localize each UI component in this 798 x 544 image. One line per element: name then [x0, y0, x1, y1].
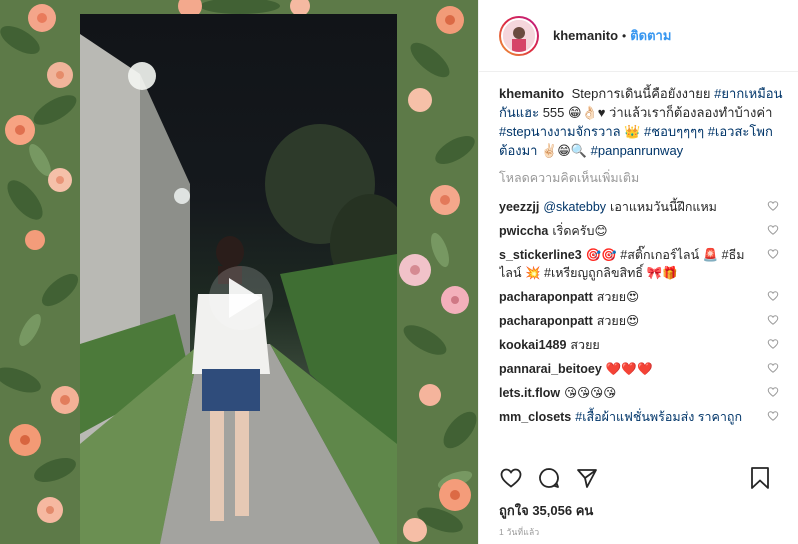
separator-dot: • [622, 28, 627, 43]
comment-text: สวยย [570, 338, 600, 352]
comment-text: เอาแหมวันนี้ฝึกแหม [610, 200, 717, 214]
post-timestamp: 1 วันที่แล้ว [499, 527, 540, 537]
comment-row: s_stickerline3 🎯🎯 #สติ๊กเกอร์ไลน์ 🚨 #ธีมไ… [499, 244, 787, 286]
caption-text: Stepการเดินนี้คือยังงายย [571, 86, 711, 101]
comment-row: pacharaponpatt สวยย😍 [499, 310, 787, 334]
comment-text: เริ่ดครับ😊 [552, 224, 608, 238]
comment-like-heart-icon[interactable] [767, 386, 779, 398]
avatar[interactable] [499, 15, 539, 56]
heart-icon[interactable] [499, 466, 523, 490]
comment-username[interactable]: pannarai_beitoey [499, 362, 602, 376]
comment-like-heart-icon[interactable] [767, 224, 779, 236]
comment-icon[interactable] [537, 466, 561, 490]
action-bar [495, 460, 785, 500]
comment-like-heart-icon[interactable] [767, 410, 779, 422]
caption-text: 👑 [624, 124, 641, 139]
comment-username[interactable]: lets.it.flow [499, 386, 560, 400]
post-side-panel: khemanito • ติดตาม khemanito Stepการเดิน… [478, 0, 798, 544]
post-caption: khemanito Stepการเดินนี้คือยังงายย #ยากเ… [499, 84, 787, 160]
post-media [0, 0, 478, 544]
comment-row: lets.it.flow 😘😘😘😘 [499, 382, 787, 406]
post-header: khemanito • ติดตาม [479, 0, 798, 72]
comment-row: kookai1489 สวยย [499, 334, 787, 358]
comment-list: yeezzjj @skatebby เอาแหมวันนี้ฝึกแหม pwicch… [499, 196, 787, 430]
comment-like-heart-icon[interactable] [767, 362, 779, 374]
hashtag-link[interactable]: #panpanrunway [591, 143, 684, 158]
play-button[interactable] [209, 266, 273, 330]
comment-like-heart-icon[interactable] [767, 290, 779, 302]
avatar-image [501, 17, 537, 54]
load-more-comments-link[interactable]: โหลดความคิดเห็นเพิ่มเติม [499, 168, 787, 188]
comment-text: ❤️❤️❤️ [605, 362, 653, 376]
caption-username[interactable]: khemanito [499, 86, 564, 101]
like-count[interactable]: ถูกใจ 35,056 คน [499, 500, 593, 521]
comment-username[interactable]: mm_closets [499, 410, 571, 424]
comment-mention[interactable]: @skatebby [543, 200, 606, 214]
comment-text: 😘😘😘😘 [564, 386, 617, 400]
comment-text: #เสื้อผ้าแฟชั่นพร้อมส่ง ราคาถูก [575, 410, 743, 424]
avatar-photo [503, 19, 535, 52]
comment-row: pannarai_beitoey ❤️❤️❤️ [499, 358, 787, 382]
comment-like-heart-icon[interactable] [767, 314, 779, 326]
bookmark-icon[interactable] [749, 466, 771, 490]
comment-row: pwiccha เริ่ดครับ😊 [499, 220, 787, 244]
hashtag-link[interactable]: #stepนางงามจักรวาล [499, 124, 621, 139]
play-icon [229, 278, 261, 318]
caption-text: ✌🏻😁🔍 [541, 143, 588, 158]
comment-like-heart-icon[interactable] [767, 338, 779, 350]
comment-text: สวยย😍 [596, 314, 640, 328]
comment-row: mm_closets #เสื้อผ้าแฟชั่นพร้อมส่ง ราคาถู… [499, 406, 787, 430]
comment-row: yeezzjj @skatebby เอาแหมวันนี้ฝึกแหม [499, 196, 787, 220]
header-username[interactable]: khemanito [553, 28, 618, 43]
comment-username[interactable]: s_stickerline3 [499, 248, 582, 262]
comments-section: khemanito Stepการเดินนี้คือยังงายย #ยากเ… [499, 84, 787, 454]
comment-username[interactable]: pacharaponpatt [499, 290, 593, 304]
comment-username[interactable]: pwiccha [499, 224, 548, 238]
comment-like-heart-icon[interactable] [767, 248, 779, 260]
caption-text: 555 😁👌🏻♥ ว่าแล้วเราก็ต้องลองทำบ้างค่า [542, 105, 773, 120]
hashtag-link[interactable]: #ชอบๆๆๆๆ [644, 124, 704, 139]
comment-text: สวยย😍 [596, 290, 640, 304]
comment-username[interactable]: pacharaponpatt [499, 314, 593, 328]
comment-username[interactable]: yeezzjj [499, 200, 539, 214]
comment-row: pacharaponpatt สวยย😍 [499, 286, 787, 310]
share-icon[interactable] [575, 466, 599, 490]
comment-like-heart-icon[interactable] [767, 200, 779, 212]
comment-username[interactable]: kookai1489 [499, 338, 566, 352]
follow-button[interactable]: ติดตาม [630, 25, 671, 46]
